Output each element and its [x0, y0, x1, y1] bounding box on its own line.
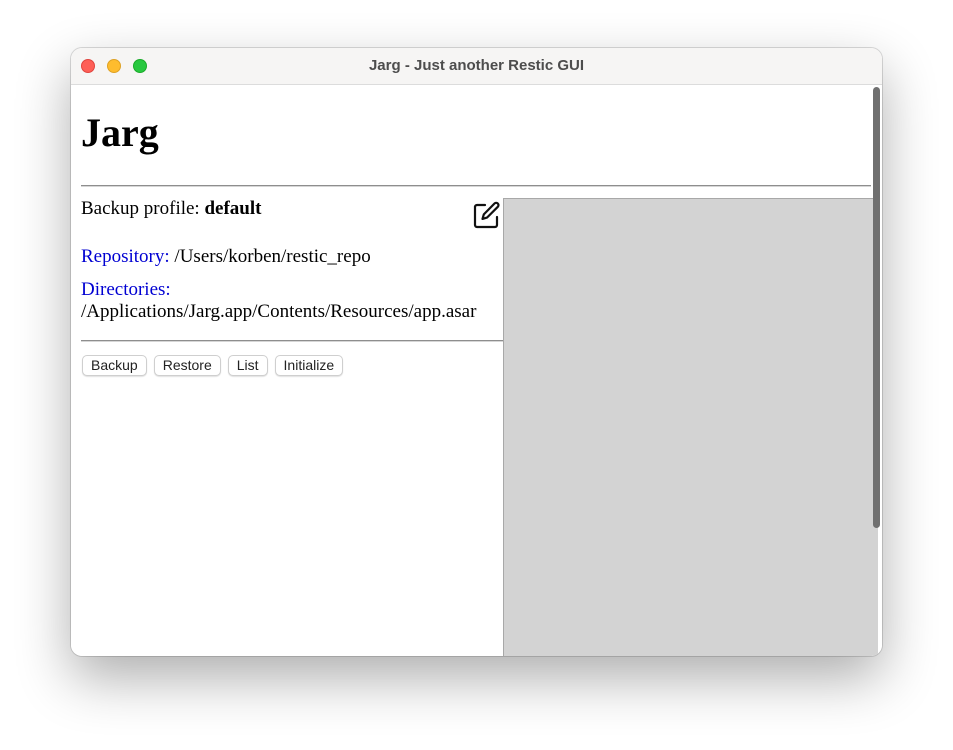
profile-panel: Backup profile: default Repository: /Use… [71, 191, 503, 656]
vertical-scrollbar[interactable] [871, 85, 882, 656]
initialize-button[interactable]: Initialize [274, 355, 344, 376]
divider-middle [81, 340, 503, 342]
profile-name: default [204, 198, 262, 219]
backup-button[interactable]: Backup [82, 355, 147, 376]
restore-button[interactable]: Restore [153, 355, 221, 376]
edit-icon[interactable] [472, 200, 502, 230]
app-window: Jarg - Just another Restic GUI Jarg Back… [71, 48, 882, 656]
repository-line: Repository: /Users/korben/restic_repo [81, 245, 371, 269]
profile-label: Backup profile: [81, 198, 200, 219]
list-button[interactable]: List [227, 355, 268, 376]
window-title: Jarg - Just another Restic GUI [368, 57, 585, 74]
directories-path: /Applications/Jarg.app/Contents/Resource… [81, 301, 477, 322]
action-buttons: Backup Restore List Initialize [82, 355, 344, 376]
directories-line: Directories: [81, 278, 171, 302]
app-heading: Jarg [81, 110, 159, 155]
divider-top [81, 185, 871, 187]
app-content: Jarg Backup profile: default Repository:… [71, 85, 882, 656]
repository-path: /Users/korben/restic_repo [174, 246, 371, 267]
directories-link[interactable]: Directories: [81, 279, 171, 300]
profile-line: Backup profile: default [81, 197, 261, 221]
title-bar[interactable]: Jarg - Just another Restic GUI [71, 48, 882, 85]
desktop-background: Jarg - Just another Restic GUI Jarg Back… [0, 0, 953, 750]
scrollbar-thumb[interactable] [873, 87, 880, 528]
repository-link[interactable]: Repository: [81, 246, 170, 267]
output-panel [503, 198, 878, 656]
